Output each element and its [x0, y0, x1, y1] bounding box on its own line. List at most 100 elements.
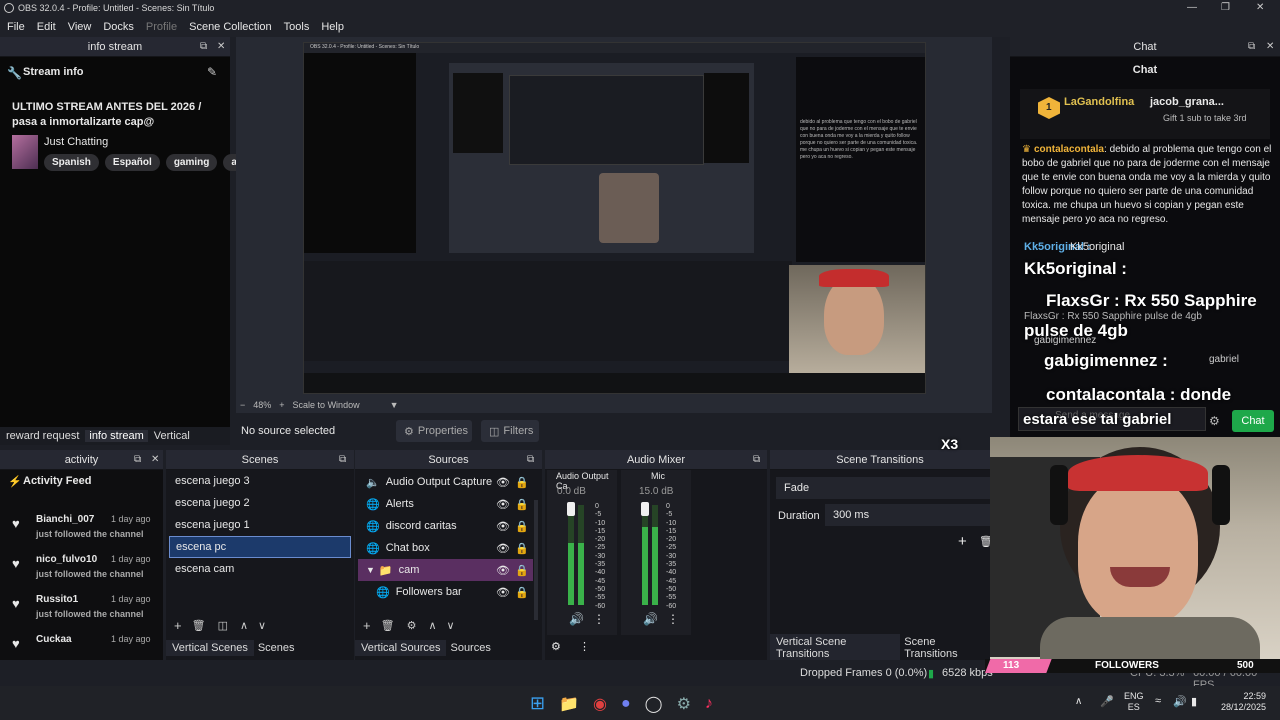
volume-icon[interactable]: 🔊	[1173, 695, 1187, 708]
filters-button[interactable]: ◫ Filters	[481, 420, 539, 442]
menu-help[interactable]: Help	[321, 21, 344, 33]
tab-scene-transitions[interactable]: Scene Transitions	[900, 636, 990, 660]
transition-select[interactable]: Fade	[776, 477, 990, 499]
scale-mode[interactable]: Scale to Window	[293, 400, 360, 410]
list-item[interactable]: 🌐 Alerts 👁 🔒	[358, 493, 533, 515]
add-icon[interactable]: +	[958, 533, 967, 550]
chrome-icon[interactable]: ◉	[593, 694, 607, 714]
down-icon[interactable]: ∨	[258, 619, 266, 632]
list-item[interactable]: escena cam	[169, 558, 351, 580]
steam-icon[interactable]: ⚙	[677, 694, 691, 714]
tab-info-stream[interactable]: info stream	[85, 430, 148, 442]
list-item[interactable]: escena juego 2	[169, 492, 351, 514]
chat-input[interactable]: Send a message estara ese tal gabriel	[1018, 407, 1206, 431]
lock-icon[interactable]: 🔒	[515, 520, 529, 533]
eye-icon[interactable]: 👁	[496, 520, 510, 533]
float-icon[interactable]: ⧉	[339, 454, 346, 465]
menu-docks[interactable]: Docks	[103, 21, 134, 33]
list-item[interactable]: escena juego 3	[169, 470, 351, 492]
obs-icon[interactable]: ◯	[645, 694, 663, 714]
float-icon[interactable]: ⧉	[134, 454, 141, 465]
chevron-up-icon[interactable]: ∧	[1075, 696, 1082, 707]
up-icon[interactable]: ∧	[428, 619, 436, 632]
volume-slider-handle[interactable]	[641, 502, 649, 516]
chevron-down-icon[interactable]: ▼	[366, 565, 375, 575]
menu-view[interactable]: View	[68, 21, 92, 33]
down-icon[interactable]: ∨	[447, 619, 455, 632]
more-icon[interactable]: ⋮	[579, 640, 590, 653]
minimize-icon[interactable]: —	[1187, 2, 1197, 13]
eye-icon[interactable]: 👁	[496, 564, 510, 577]
gear-icon[interactable]: ⚙	[1209, 414, 1220, 428]
add-icon[interactable]: +	[363, 618, 371, 633]
lock-icon[interactable]: 🔒	[515, 586, 529, 599]
tab-scenes[interactable]: Scenes	[254, 642, 299, 654]
list-item-selected[interactable]: ▼ 📁 cam 👁 🔒	[358, 559, 533, 581]
list-item[interactable]: ♥ Russito1 1 day ago just followed the c…	[0, 590, 163, 630]
tab-vertical-scene-transitions[interactable]: Vertical Scene Transitions	[770, 634, 901, 662]
lock-icon[interactable]: 🔒	[515, 564, 529, 577]
duration-input[interactable]: 300 ms	[825, 504, 990, 526]
more-icon[interactable]: ⋮	[667, 612, 679, 626]
float-icon[interactable]: ⧉	[527, 454, 534, 465]
add-icon[interactable]: +	[174, 618, 182, 633]
list-item[interactable]: ♥ Bianchi_007 1 day ago just followed th…	[0, 510, 163, 550]
close-icon[interactable]: ✕	[151, 454, 159, 465]
windows-start-icon[interactable]: ⊞	[530, 693, 545, 714]
trash-icon[interactable]: 🗑	[381, 619, 395, 632]
menu-scene-collection[interactable]: Scene Collection	[189, 21, 272, 33]
discord-icon[interactable]: ●	[621, 695, 631, 713]
list-item[interactable]: escena juego 1	[169, 514, 351, 536]
scrollbar[interactable]	[534, 500, 538, 620]
gear-icon[interactable]: ⚙	[407, 619, 417, 632]
volume-slider-handle[interactable]	[567, 502, 575, 516]
close-icon[interactable]: ✕	[1256, 2, 1264, 13]
menu-file[interactable]: File	[7, 21, 25, 33]
speaker-icon[interactable]: 🔊	[569, 612, 584, 626]
edit-icon[interactable]: ✎	[207, 65, 217, 79]
properties-button[interactable]: ⚙ Properties	[396, 420, 472, 442]
chat-send-button[interactable]: Chat	[1232, 410, 1274, 432]
mic-icon[interactable]: 🎤	[1100, 695, 1114, 708]
lock-icon[interactable]: 🔒	[515, 498, 529, 511]
menu-tools[interactable]: Tools	[284, 21, 310, 33]
file-explorer-icon[interactable]: 📁	[559, 694, 579, 714]
float-icon[interactable]: ⧉	[753, 454, 760, 465]
float-icon[interactable]: ⧉	[1248, 41, 1255, 52]
lock-icon[interactable]: 🔒	[515, 542, 529, 555]
list-item[interactable]: ♥ nico_fulvo10 1 day ago just followed t…	[0, 550, 163, 590]
close-icon[interactable]: ✕	[1266, 41, 1274, 52]
tab-vertical-scenes[interactable]: Vertical Scenes	[166, 640, 254, 656]
up-icon[interactable]: ∧	[240, 619, 248, 632]
language-indicator[interactable]: ENG ES	[1124, 691, 1144, 713]
tab-vertical[interactable]: Vertical	[148, 430, 196, 442]
eye-icon[interactable]: 👁	[496, 476, 510, 489]
zoom-out-icon[interactable]: −	[240, 400, 245, 410]
gear-icon[interactable]: ⚙	[551, 640, 561, 653]
zoom-in-icon[interactable]: +	[279, 400, 284, 410]
chevron-down-icon[interactable]: ▼	[390, 400, 399, 410]
wifi-icon[interactable]: ≈	[1155, 695, 1161, 707]
tab-vertical-sources[interactable]: Vertical Sources	[355, 640, 447, 656]
eye-icon[interactable]: 👁	[496, 542, 510, 555]
mic-speaker-icon[interactable]: 🔊	[643, 612, 658, 626]
eye-icon[interactable]: 👁	[496, 586, 510, 599]
menu-profile[interactable]: Profile	[146, 21, 177, 33]
maximize-icon[interactable]: ❐	[1221, 2, 1230, 13]
tab-sources[interactable]: Sources	[446, 642, 494, 654]
lock-icon[interactable]: 🔒	[515, 476, 529, 489]
battery-icon[interactable]: ▮	[1191, 695, 1197, 708]
list-item-selected[interactable]: escena pc	[169, 536, 351, 558]
filter-icon[interactable]: ◫	[218, 619, 228, 632]
clock[interactable]: 22:59 28/12/2025	[1218, 691, 1266, 713]
list-item[interactable]: 🌐 discord caritas 👁 🔒	[358, 515, 533, 537]
tab-reward-request[interactable]: reward request	[0, 430, 85, 442]
close-icon[interactable]: ✕	[217, 41, 225, 52]
list-item[interactable]: 🔈 Audio Output Capture 👁 🔒	[358, 471, 533, 493]
list-item[interactable]: 🌐 Chat box 👁 🔒	[358, 537, 533, 559]
tiktok-icon[interactable]: ♪	[705, 695, 713, 713]
more-icon[interactable]: ⋮	[593, 612, 605, 626]
float-icon[interactable]: ⧉	[200, 41, 207, 52]
eye-icon[interactable]: 👁	[496, 498, 510, 511]
menu-edit[interactable]: Edit	[37, 21, 56, 33]
